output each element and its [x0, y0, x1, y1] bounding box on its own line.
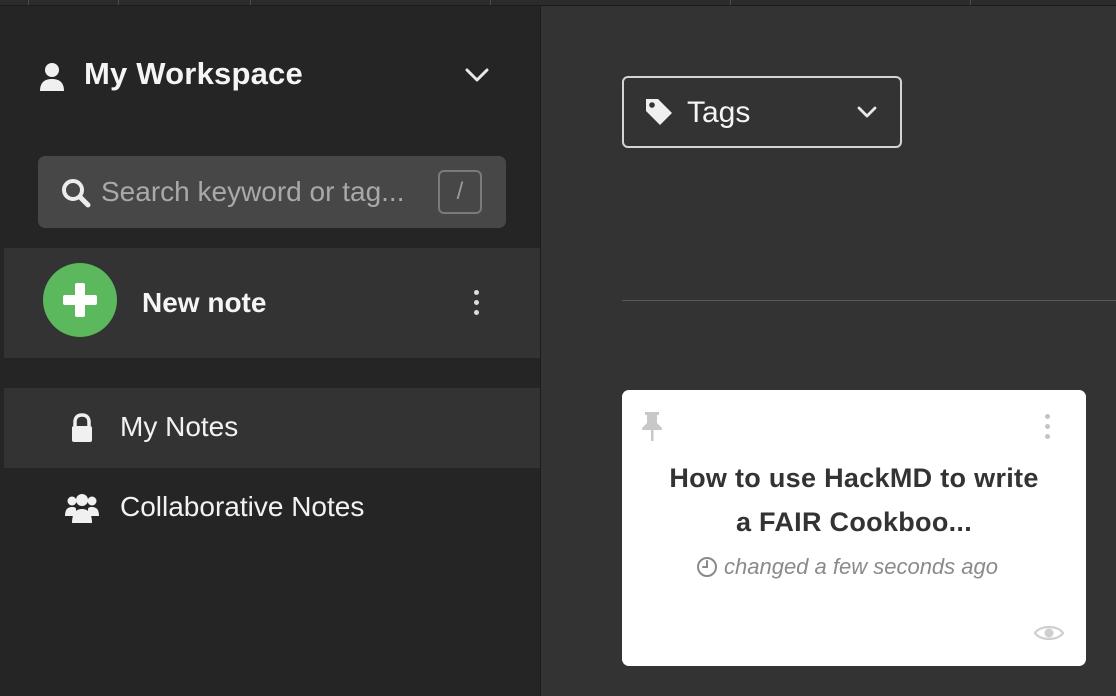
note-title[interactable]: How to use HackMD to write a FAIR Cookbo…: [662, 456, 1046, 544]
search-icon: [62, 179, 91, 208]
workspace-header[interactable]: My Workspace: [0, 6, 541, 146]
new-note-row: New note: [4, 248, 540, 358]
tab-separator: [250, 0, 251, 5]
note-timestamp-text: changed a few seconds ago: [724, 554, 998, 579]
note-options-button[interactable]: [1037, 412, 1057, 442]
chevron-down-icon: [857, 106, 877, 118]
note-timestamp: changed a few seconds ago: [696, 554, 998, 580]
chevron-down-icon[interactable]: [462, 64, 492, 86]
tab-separator: [970, 0, 971, 5]
users-icon: [65, 494, 99, 523]
tab-separator: [28, 0, 29, 5]
tab-separator: [490, 0, 491, 5]
clock-icon: [697, 557, 717, 577]
tags-dropdown[interactable]: Tags: [622, 76, 902, 148]
main-content: Tags How to use HackMD to write a FAIR C…: [542, 6, 1116, 696]
eye-icon: [1034, 625, 1064, 641]
search-input[interactable]: [101, 172, 431, 212]
sidebar-item-collaborative-notes[interactable]: Collaborative Notes: [4, 468, 540, 548]
pin-icon[interactable]: [640, 410, 664, 442]
user-icon: [40, 63, 64, 91]
divider: [622, 300, 1116, 301]
tag-icon: [646, 99, 672, 125]
lock-icon: [72, 413, 92, 442]
tab-separator: [118, 0, 119, 5]
sidebar-item-label: Collaborative Notes: [120, 491, 365, 522]
tags-label: Tags: [687, 96, 751, 129]
new-note-button[interactable]: [43, 263, 117, 337]
search-shortcut-key: /: [438, 170, 482, 214]
sidebar: My Workspace / New note My Notes: [0, 6, 541, 696]
workspace-title: My Workspace: [84, 56, 303, 91]
search-box[interactable]: /: [38, 156, 506, 228]
sidebar-item-label: My Notes: [120, 411, 239, 442]
new-note-options-button[interactable]: [466, 288, 486, 318]
tab-separator: [730, 0, 731, 5]
sidebar-item-my-notes[interactable]: My Notes: [4, 388, 540, 468]
new-note-label[interactable]: New note: [142, 287, 266, 319]
note-card[interactable]: How to use HackMD to write a FAIR Cookbo…: [622, 390, 1086, 666]
